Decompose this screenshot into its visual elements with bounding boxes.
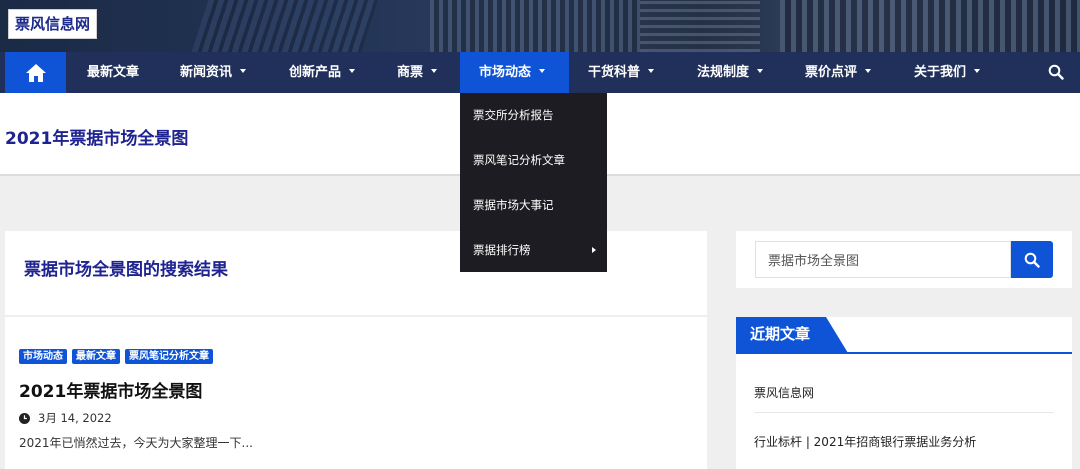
nav-item-label: 创新产品 [289,65,342,80]
chevron-down-icon [865,68,872,73]
search-icon [1048,64,1064,80]
menu-item-exchange-report[interactable]: 票交所分析报告 [473,105,554,125]
post-card: 市场动态 最新文章 票风笔记分析文章 2021年票据市场全景图 3月 14, 2… [5,317,707,469]
recent-posts-title: 近期文章 [750,325,811,343]
banner-building-image [191,0,379,52]
category-tag[interactable]: 最新文章 [72,349,120,364]
chevron-down-icon [648,68,655,73]
page-title: 2021年票据市场全景图 [5,129,189,149]
header-banner: 票风信息网 [0,0,1080,52]
banner-building-image [430,0,640,52]
nav-item-guides[interactable]: 干货科普 [588,52,655,93]
post-date: 3月 14, 2022 [38,411,112,425]
chevron-down-icon [349,68,356,73]
search-input[interactable] [755,241,1011,278]
nav-item-commercial-bills[interactable]: 商票 [397,52,438,93]
divider [754,412,1054,413]
chevron-down-icon [431,68,438,73]
nav-item-label: 商票 [397,65,424,80]
nav-home-button[interactable] [5,52,66,93]
nav-item-market[interactable]: 市场动态 [460,52,569,93]
nav-item-label: 关于我们 [914,65,967,80]
post-excerpt: 2021年已悄然过去，今天为大家整理一下... [19,436,253,450]
menu-item-notes-articles[interactable]: 票风笔记分析文章 [473,150,565,170]
banner-building-image [640,0,760,52]
search-submit-button[interactable] [1011,241,1053,278]
post-title[interactable]: 2021年票据市场全景图 [19,377,202,402]
banner-building-image [780,0,1080,52]
chevron-down-icon [974,68,981,73]
nav-item-label: 新闻资讯 [180,65,233,80]
nav-item-label: 市场动态 [479,65,532,80]
nav-item-latest[interactable]: 最新文章 [87,52,139,93]
recent-posts-header: 近期文章 [736,317,1072,354]
nav-item-news[interactable]: 新闻资讯 [180,52,247,93]
nav-item-regulations[interactable]: 法规制度 [697,52,764,93]
category-tag[interactable]: 票风笔记分析文章 [125,349,213,364]
nav-item-label: 最新文章 [87,65,140,80]
search-results-heading: 票据市场全景图的搜索结果 [24,260,228,280]
site-logo[interactable]: 票风信息网 [8,9,98,39]
nav-item-label: 票价点评 [805,65,858,80]
chevron-right-icon [592,247,596,253]
nav-item-price-review[interactable]: 票价点评 [805,52,872,93]
clock-icon [19,412,30,424]
sidebar-search-widget [736,231,1072,288]
recent-post-link[interactable]: 行业标杆 | 2021年招商银行票据业务分析 [754,433,976,450]
nav-item-label: 干货科普 [588,65,641,80]
post-meta: 3月 14, 2022 [19,410,112,426]
search-icon [1024,252,1040,268]
menu-item-rankings[interactable]: 票据排行榜 [473,240,531,260]
market-dropdown-menu: 票交所分析报告 票风笔记分析文章 票据市场大事记 票据排行榜 [460,93,607,272]
recent-post-link[interactable]: 票风信息网 [754,384,814,401]
recent-posts-widget: 近期文章 票风信息网 行业标杆 | 2021年招商银行票据业务分析 [736,317,1072,469]
nav-item-about[interactable]: 关于我们 [914,52,981,93]
nav-search-button[interactable] [1048,64,1066,82]
menu-item-market-events[interactable]: 票据市场大事记 [473,195,554,215]
post-tags: 市场动态 最新文章 票风笔记分析文章 [19,349,213,364]
chevron-down-icon [240,68,247,73]
chevron-down-icon [539,68,546,73]
category-tag[interactable]: 市场动态 [19,349,67,364]
nav-item-label: 法规制度 [697,65,750,80]
home-icon [25,63,46,82]
main-nav: 最新文章 新闻资讯 创新产品 商票 市场动态 干货科普 法规制度 票价点评 关于… [0,52,1080,93]
chevron-down-icon [757,68,764,73]
nav-item-products[interactable]: 创新产品 [289,52,356,93]
